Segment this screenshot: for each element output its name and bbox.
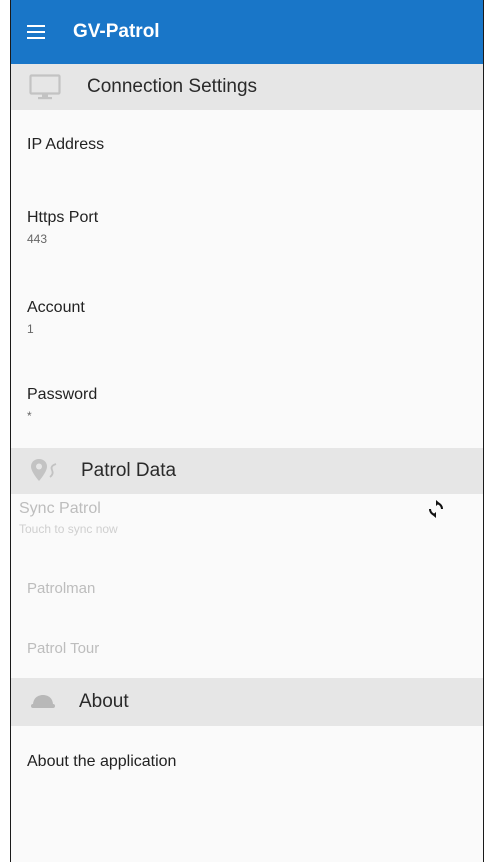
pref-title: About the application [27, 753, 177, 770]
section-header-patrol: Patrol Data [11, 448, 483, 494]
pref-summary: Touch to sync now [19, 522, 118, 536]
pref-title: IP Address [27, 136, 105, 153]
pref-title: Password [27, 385, 98, 403]
pref-patrol-tour[interactable]: Patrol Tour [11, 618, 483, 678]
pref-summary: 443 [27, 231, 48, 246]
police-cap-icon [29, 692, 57, 712]
app-screen: GV-Patrol Connection Settings IP Address… [10, 0, 484, 862]
pref-ip-address[interactable]: IP Address [11, 110, 483, 180]
pref-title: Sync Patrol [19, 500, 101, 517]
pref-title: Patrolman [27, 579, 96, 597]
section-title-connection: Connection Settings [87, 76, 258, 97]
pref-password[interactable]: Password * [11, 360, 483, 448]
pref-title: Https Port [27, 208, 99, 226]
pref-title: Account [27, 298, 85, 316]
section-title-patrol: Patrol Data [81, 460, 177, 481]
sync-icon[interactable] [427, 500, 445, 518]
section-header-about: About [11, 678, 483, 726]
section-title-about: About [79, 691, 129, 712]
pref-about-application[interactable]: About the application [11, 726, 483, 798]
pref-sync-patrol[interactable]: Sync Patrol Touch to sync now [11, 494, 483, 558]
section-header-connection: Connection Settings [11, 64, 483, 110]
pref-summary: * [27, 408, 32, 423]
monitor-icon [29, 74, 61, 100]
app-title: GV-Patrol [73, 21, 160, 42]
pref-account[interactable]: Account 1 [11, 274, 483, 360]
pref-title: Patrol Tour [27, 639, 100, 657]
pref-https-port[interactable]: Https Port 443 [11, 180, 483, 274]
pref-patrolman[interactable]: Patrolman [11, 558, 483, 618]
map-pin-icon [27, 457, 63, 485]
app-bar: GV-Patrol [11, 0, 483, 64]
pref-summary: 1 [27, 321, 34, 336]
hamburger-menu-icon[interactable] [27, 25, 45, 39]
